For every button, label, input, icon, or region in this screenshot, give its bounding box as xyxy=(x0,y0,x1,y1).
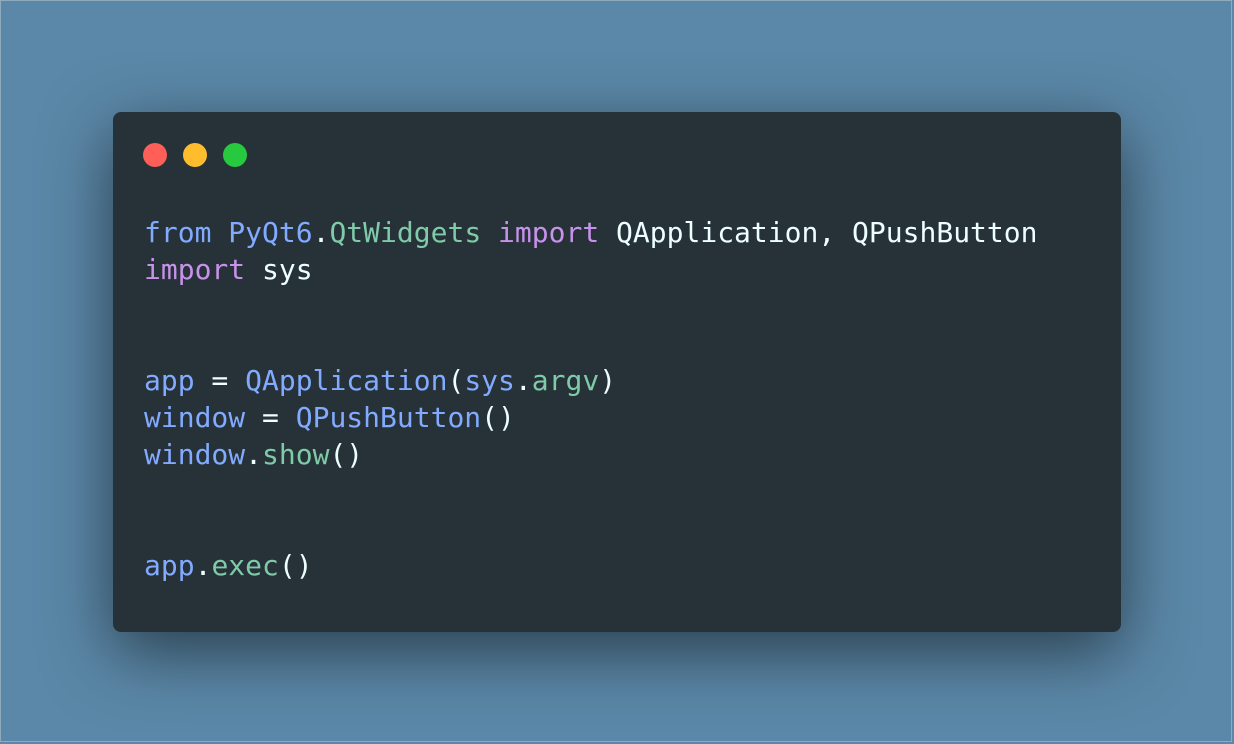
code-token: = xyxy=(245,401,296,434)
code-line: window.show() xyxy=(144,436,1037,473)
code-token: () xyxy=(481,401,515,434)
code-line: window = QPushButton() xyxy=(144,399,1037,436)
minimize-dot-icon xyxy=(183,143,207,167)
code-line: app = QApplication(sys.argv) xyxy=(144,362,1037,399)
code-token: ( xyxy=(447,364,465,397)
code-token: exec xyxy=(211,549,279,582)
code-token: PyQt6 xyxy=(228,216,313,249)
code-token: = xyxy=(194,364,246,397)
code-token: from xyxy=(144,216,212,249)
code-token: QApplication, QPushButton xyxy=(599,216,1038,249)
code-line: app.exec() xyxy=(144,547,1037,584)
code-token: QPushButton xyxy=(295,401,482,434)
code-token: sys xyxy=(245,253,313,286)
code-token: . xyxy=(194,549,212,582)
code-line: from PyQt6.QtWidgets import QApplication… xyxy=(144,214,1037,251)
code-token: show xyxy=(262,438,330,471)
code-token: () xyxy=(278,549,313,582)
code-line: import sys xyxy=(144,251,1037,288)
close-dot-icon xyxy=(143,143,167,167)
code-token: argv xyxy=(531,364,600,397)
code-block: from PyQt6.QtWidgets import QApplication… xyxy=(144,214,1037,584)
code-token: () xyxy=(329,438,364,471)
code-token: app xyxy=(144,549,195,582)
code-token: window xyxy=(144,401,246,434)
code-token: import xyxy=(144,253,246,286)
code-token: . xyxy=(245,438,263,471)
code-token: import xyxy=(498,216,600,249)
code-token: QApplication xyxy=(245,364,448,397)
code-window: from PyQt6.QtWidgets import QApplication… xyxy=(113,112,1121,632)
code-token: . xyxy=(514,364,532,397)
code-token: QtWidgets xyxy=(329,216,482,249)
code-token: . xyxy=(312,216,330,249)
maximize-dot-icon xyxy=(223,143,247,167)
code-token: sys xyxy=(464,364,515,397)
code-token: app xyxy=(144,364,195,397)
code-token: ) xyxy=(599,364,617,397)
code-token: window xyxy=(144,438,246,471)
